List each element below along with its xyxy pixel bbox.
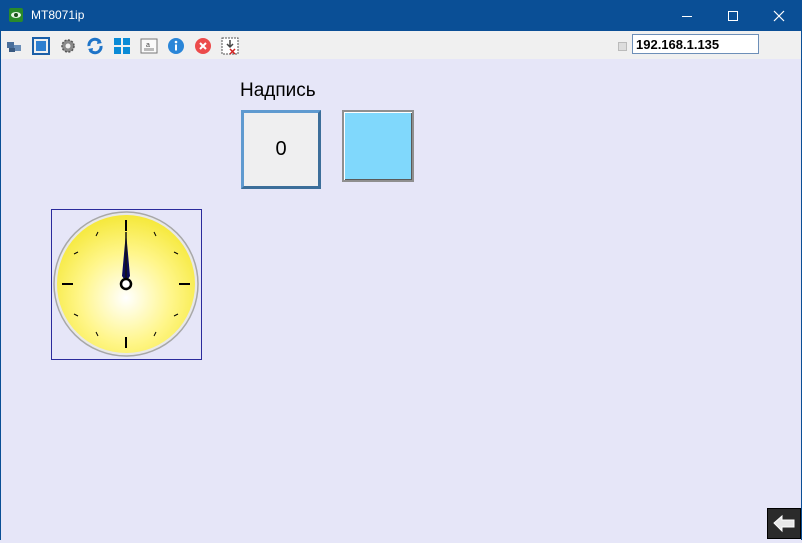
minimize-button[interactable] <box>664 0 710 31</box>
indicator-lamp[interactable] <box>342 110 414 182</box>
maximize-icon <box>728 10 738 21</box>
close-button[interactable] <box>756 0 802 31</box>
back-button[interactable] <box>767 508 801 539</box>
info-icon[interactable] <box>167 37 185 55</box>
ip-address-input[interactable] <box>632 34 759 54</box>
numeric-display-button[interactable]: 0 <box>241 110 321 189</box>
settings-gear-icon[interactable] <box>59 37 77 55</box>
stop-icon[interactable] <box>194 37 212 55</box>
app-icon <box>9 8 23 22</box>
svg-text:a: a <box>146 42 150 49</box>
connection-indicator <box>618 42 627 51</box>
refresh-icon[interactable] <box>86 37 104 55</box>
clock-center-pin <box>119 277 133 291</box>
window-title: MT8071ip <box>31 8 85 22</box>
minimize-icon <box>682 15 692 17</box>
maximize-button[interactable] <box>710 0 756 31</box>
title-bar: MT8071ip <box>0 0 802 31</box>
analog-clock <box>53 211 199 357</box>
close-icon <box>773 10 785 21</box>
clock-widget <box>51 209 202 360</box>
back-arrow-icon <box>773 514 795 533</box>
numeric-value: 0 <box>275 138 287 160</box>
screen-label: Надпись <box>240 80 316 101</box>
windows-icon[interactable] <box>113 37 131 55</box>
export-icon[interactable] <box>221 37 239 55</box>
window-border-left <box>0 31 1 540</box>
fullscreen-icon[interactable] <box>32 37 50 55</box>
network-icon[interactable] <box>5 37 23 55</box>
disk-icon[interactable]: a <box>140 37 158 55</box>
